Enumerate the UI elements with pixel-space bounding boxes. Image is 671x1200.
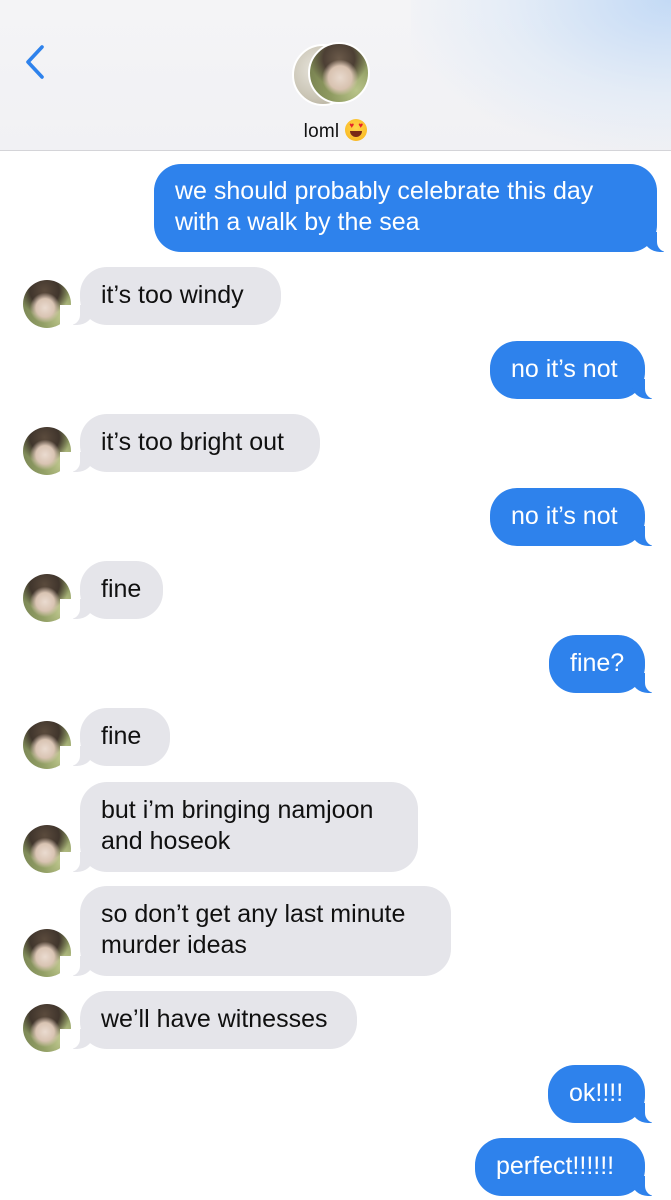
- back-button[interactable]: [18, 42, 52, 82]
- message-bubble-outgoing[interactable]: we should probably celebrate this day wi…: [154, 164, 671, 252]
- message-bubble-outgoing[interactable]: no it’s not: [490, 341, 665, 399]
- message-bubble-outgoing[interactable]: fine?: [549, 635, 665, 693]
- contact-avatar-photo: [308, 42, 370, 104]
- message-text: we should probably celebrate this day: [175, 177, 594, 205]
- message-text: but i’m bringing namjoon: [101, 796, 374, 824]
- message-text: we’ll have witnesses: [101, 1005, 328, 1033]
- message-text: no it’s not: [511, 355, 618, 383]
- message-text: murder ideas: [101, 931, 247, 959]
- contact-name-label: loml: [303, 121, 340, 142]
- message-text: fine: [101, 722, 142, 750]
- heart-eyes-emoji-icon: [345, 119, 368, 141]
- contact-avatar[interactable]: [292, 42, 382, 108]
- message-text: ok!!!!: [569, 1079, 624, 1107]
- message-bubble-outgoing[interactable]: ok!!!!: [548, 1065, 665, 1123]
- message-text: it’s too windy: [101, 281, 244, 309]
- message-bubble-outgoing[interactable]: no it’s not: [490, 488, 665, 546]
- message-text: perfect!!!!!!: [496, 1152, 615, 1180]
- message-bubble-incoming[interactable]: we’ll have witnesses: [60, 991, 357, 1049]
- message-bubble-incoming[interactable]: it’s too windy: [60, 267, 281, 325]
- contact-name[interactable]: loml: [0, 119, 671, 143]
- chevron-left-icon: [26, 45, 44, 79]
- message-bubble-incoming[interactable]: fine: [60, 561, 163, 619]
- message-text: with a walk by the sea: [175, 208, 420, 236]
- message-bubble-outgoing[interactable]: perfect!!!!!!: [475, 1138, 665, 1196]
- message-bubble-incoming[interactable]: so don’t get any last minute murder idea…: [60, 886, 451, 976]
- message-bubble-incoming[interactable]: it’s too bright out: [60, 414, 320, 472]
- message-text: it’s too bright out: [101, 428, 284, 456]
- message-text: and hoseok: [101, 827, 231, 855]
- message-text: fine: [101, 575, 142, 603]
- message-bubble-incoming[interactable]: fine: [60, 708, 170, 766]
- message-bubble-incoming[interactable]: but i’m bringing namjoon and hoseok: [60, 782, 418, 872]
- message-text: so don’t get any last minute: [101, 900, 406, 928]
- conversation-header: loml: [0, 0, 671, 151]
- message-text: no it’s not: [511, 502, 618, 530]
- message-text: fine?: [570, 649, 625, 677]
